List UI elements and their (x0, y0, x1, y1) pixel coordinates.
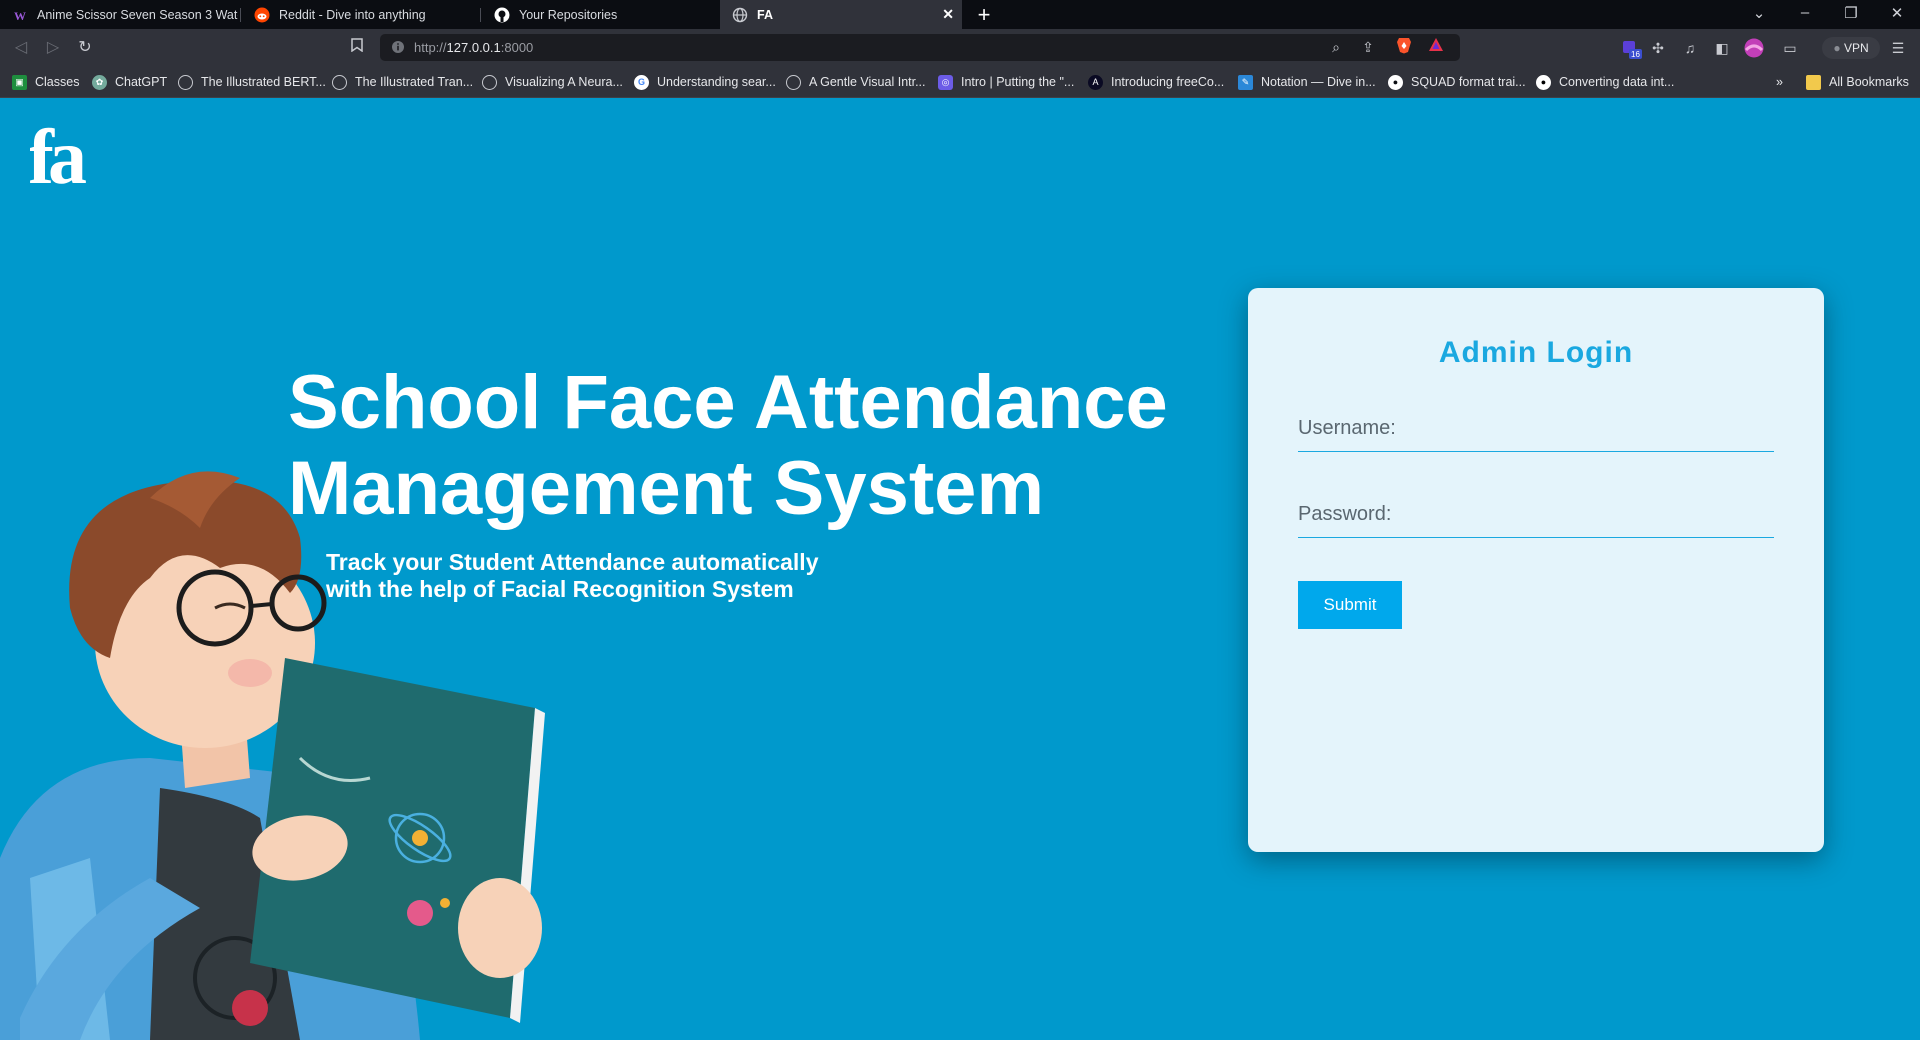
tab-separator (240, 8, 241, 22)
back-icon[interactable]: ◁ (10, 37, 32, 59)
share-icon[interactable]: ⇪ (1358, 37, 1378, 57)
browser-toolbar: ◁ ▷ ↻ http://127.0.0.1:8000 ⌕ ⇪ 16 ✣ ♫ ◧… (0, 29, 1920, 66)
tab-anime[interactable]: W Anime Scissor Seven Season 3 Watch (0, 0, 238, 29)
zoom-icon[interactable]: ⌕ (1326, 37, 1346, 57)
globe-icon (482, 74, 497, 90)
bookmark-item[interactable]: ◎ Intro | Putting the "... (938, 72, 1074, 92)
tab-separator (480, 8, 481, 22)
hero-title-line: School Face Attendance (288, 360, 1168, 445)
admin-login-card: Admin Login Submit (1248, 288, 1824, 852)
fa-logo: fa (28, 113, 134, 200)
bookmark-item[interactable]: G Understanding sear... (634, 72, 776, 92)
address-bar[interactable]: http://127.0.0.1:8000 ⌕ ⇪ (380, 34, 1460, 61)
password-field-wrapper (1298, 492, 1774, 538)
close-tab-icon[interactable]: ✕ (942, 6, 954, 23)
google-icon: G (634, 74, 649, 90)
student-reading-illustration (0, 458, 560, 1040)
globe-icon (178, 74, 193, 90)
bookmark-item[interactable]: ✿ ChatGPT (92, 72, 167, 92)
extension-badge-icon[interactable]: 16 (1620, 38, 1642, 59)
username-input[interactable] (1298, 406, 1774, 451)
medium-icon: ● (1536, 74, 1551, 90)
w-icon: W (12, 7, 28, 23)
freecodecamp-icon: A (1088, 74, 1103, 90)
hero-subtitle-line: with the help of Facial Recognition Syst… (326, 576, 794, 602)
folder-icon (1806, 74, 1821, 90)
vpn-dot-icon: ● (1833, 41, 1844, 55)
all-bookmarks-button[interactable]: All Bookmarks (1806, 72, 1909, 92)
tab-fa[interactable]: FA ✕ (720, 0, 962, 29)
username-field-wrapper (1298, 406, 1774, 452)
submit-button[interactable]: Submit (1298, 581, 1402, 629)
notation-icon: ✎ (1238, 74, 1253, 90)
chatgpt-icon: ✿ (92, 74, 107, 90)
github-icon: ● (1388, 74, 1403, 90)
hero-subtitle: Track your Student Attendance automatica… (326, 549, 819, 603)
globe-icon (732, 7, 748, 23)
minimize-icon[interactable]: – (1790, 4, 1820, 21)
browser-tab-bar: W Anime Scissor Seven Season 3 Watch Red… (0, 0, 1920, 29)
vpn-button[interactable]: ● VPN (1822, 37, 1880, 59)
login-title: Admin Login (1438, 336, 1634, 369)
password-input[interactable] (1298, 492, 1774, 537)
reddit-icon (254, 7, 270, 23)
book-icon: ◎ (938, 74, 953, 90)
profile-avatar-icon[interactable] (1744, 38, 1764, 58)
brave-rewards-icon[interactable] (1426, 37, 1446, 57)
bookmark-item[interactable]: ✎ Notation — Dive in... (1238, 72, 1376, 92)
bookmark-item[interactable]: A Gentle Visual Intr... (786, 72, 926, 92)
tab-title: Anime Scissor Seven Season 3 Watch (37, 7, 238, 22)
svg-text:W: W (14, 9, 26, 22)
bookmark-item[interactable]: The Illustrated BERT... (178, 72, 326, 92)
hero-title-line: Management System (288, 446, 1045, 531)
bookmark-item[interactable]: A Introducing freeCo... (1088, 72, 1224, 92)
tab-search-icon[interactable]: ⌄ (1744, 4, 1774, 22)
page-content: fa School Face Attendance Management Sys… (0, 98, 1920, 1040)
url-text: http://127.0.0.1:8000 (414, 40, 534, 55)
bookmark-item[interactable]: ● SQUAD format trai... (1388, 72, 1526, 92)
bookmark-item[interactable]: ▣ Classes (12, 72, 79, 92)
bookmarks-bar: ▣ Classes ✿ ChatGPT The Illustrated BERT..… (0, 66, 1920, 98)
restore-icon[interactable]: ❐ (1836, 4, 1866, 22)
svg-text:fa: fa (30, 127, 86, 187)
hero-title: School Face Attendance Management System (288, 360, 1168, 532)
bookmark-item[interactable]: ● Converting data int... (1536, 72, 1674, 92)
svg-text:16: 16 (1631, 50, 1640, 59)
sidebar-icon[interactable]: ◧ (1712, 38, 1732, 58)
tab-github[interactable]: Your Repositories (482, 0, 718, 29)
wallet-icon[interactable]: ▭ (1780, 38, 1800, 58)
close-window-icon[interactable]: ✕ (1882, 4, 1912, 22)
bookmark-icon[interactable] (346, 37, 368, 59)
forward-icon[interactable]: ▷ (42, 37, 64, 59)
bookmarks-overflow-icon[interactable]: » (1776, 72, 1783, 92)
tab-reddit[interactable]: Reddit - Dive into anything (242, 0, 478, 29)
classroom-icon: ▣ (12, 74, 27, 90)
menu-icon[interactable]: ☰ (1888, 38, 1908, 58)
github-icon (494, 7, 510, 23)
bookmark-item[interactable]: Visualizing A Neura... (482, 72, 623, 92)
globe-icon (786, 74, 801, 90)
tab-title: Reddit - Dive into anything (279, 7, 426, 22)
brave-shields-icon[interactable] (1394, 37, 1414, 57)
reload-icon[interactable]: ↻ (74, 37, 96, 59)
tab-title: Your Repositories (519, 7, 618, 22)
globe-icon (332, 74, 347, 90)
extensions-icon[interactable]: ✣ (1648, 38, 1668, 58)
media-icon[interactable]: ♫ (1680, 38, 1700, 58)
hero-subtitle-line: Track your Student Attendance automatica… (326, 549, 819, 575)
bookmark-item[interactable]: The Illustrated Tran... (332, 72, 473, 92)
site-info-icon[interactable] (391, 40, 405, 59)
new-tab-button[interactable]: + (972, 2, 996, 28)
tab-title: FA (757, 7, 773, 22)
